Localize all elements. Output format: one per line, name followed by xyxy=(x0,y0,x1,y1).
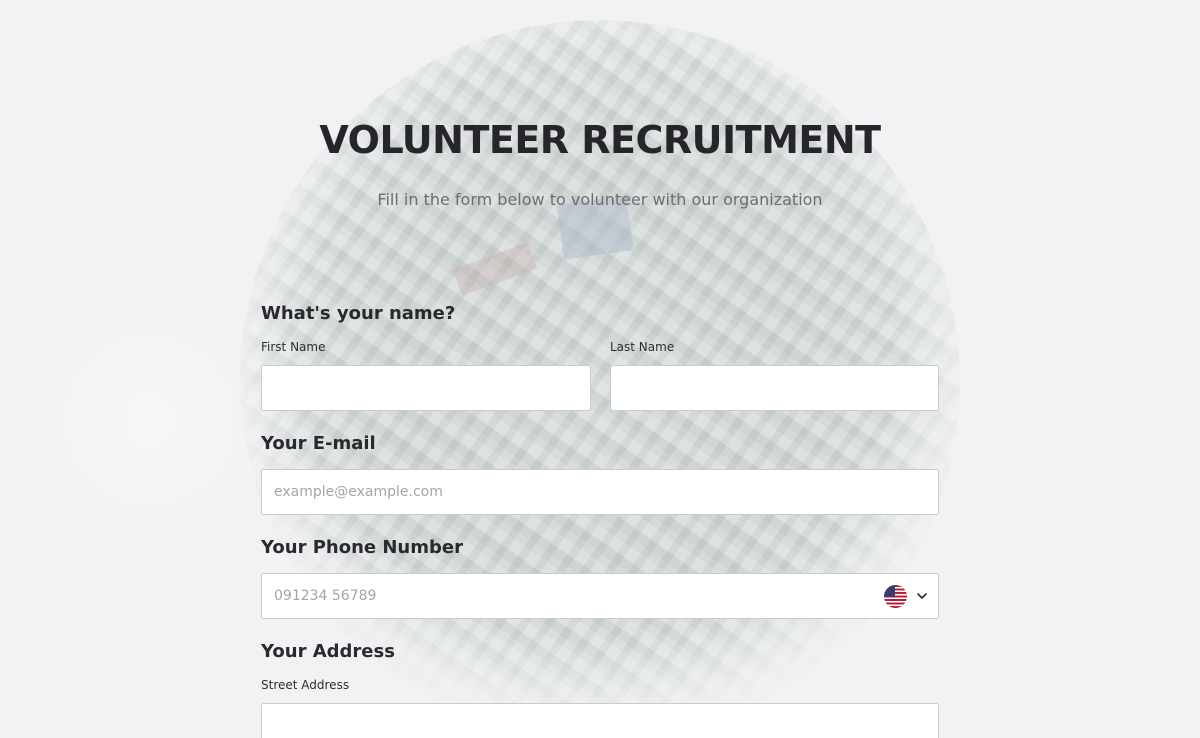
street-address-label: Street Address xyxy=(261,678,350,692)
first-name-label: First Name xyxy=(261,340,326,354)
email-section-heading: Your E-mail xyxy=(261,433,376,454)
country-code-selector[interactable] xyxy=(884,584,932,608)
first-name-input[interactable] xyxy=(261,365,591,411)
page-background: VOLUNTEER RECRUITMENT Fill in the form b… xyxy=(0,0,1200,738)
name-section-heading: What's your name? xyxy=(261,303,456,324)
page-title: VOLUNTEER RECRUITMENT xyxy=(319,118,881,162)
form-container: VOLUNTEER RECRUITMENT Fill in the form b… xyxy=(0,0,1200,738)
phone-section-heading: Your Phone Number xyxy=(261,537,463,558)
phone-input[interactable] xyxy=(261,573,939,619)
chevron-down-icon xyxy=(917,593,927,599)
us-flag-icon xyxy=(884,584,907,608)
address-section-heading: Your Address xyxy=(261,641,395,662)
page-subtitle: Fill in the form below to volunteer with… xyxy=(377,190,823,209)
last-name-label: Last Name xyxy=(610,340,675,354)
last-name-input[interactable] xyxy=(610,365,939,411)
street-address-input[interactable] xyxy=(261,703,939,738)
email-input[interactable] xyxy=(261,469,939,515)
